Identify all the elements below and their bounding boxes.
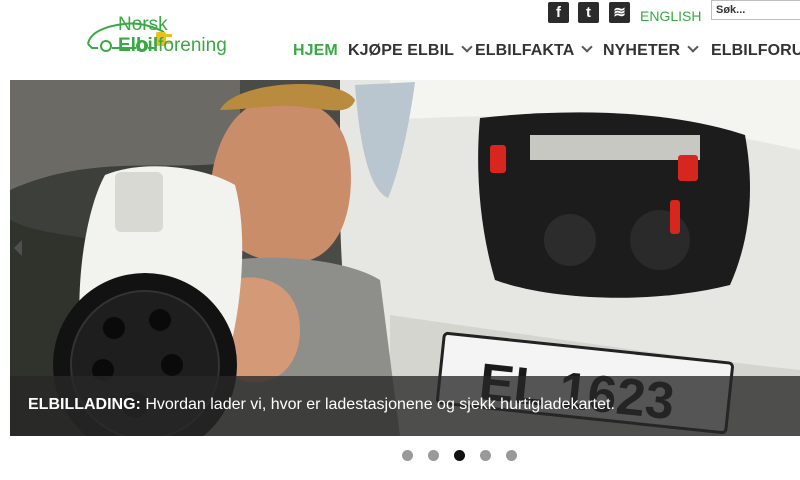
search-input[interactable] xyxy=(711,0,800,20)
chevron-down-icon xyxy=(581,41,594,53)
slider-dot-2[interactable] xyxy=(428,450,439,461)
hero-slider[interactable]: EL 1623 ELBILLADING: Hvordan lader vi, h… xyxy=(10,80,800,436)
nav-item-nyheter[interactable]: NYHETER xyxy=(603,41,699,60)
nav-item-hjem[interactable]: HJEM xyxy=(293,42,338,60)
chevron-down-icon xyxy=(461,41,473,53)
site-header: Norsk Elbilforening f t ≋ ENGLISH HJEM K… xyxy=(0,0,800,80)
nav-item-kjope-elbil[interactable]: KJØPE ELBIL xyxy=(348,41,473,60)
slider-prev-arrow-icon[interactable] xyxy=(14,240,22,256)
slider-dot-1[interactable] xyxy=(402,450,413,461)
slide-caption[interactable]: ELBILLADING: Hvordan lader vi, hvor er l… xyxy=(28,396,615,414)
facebook-icon[interactable]: f xyxy=(548,2,569,23)
logo-line1: Norsk xyxy=(118,14,168,35)
language-english-link[interactable]: ENGLISH xyxy=(640,8,701,24)
rss-icon[interactable]: ≋ xyxy=(609,2,630,23)
slide-caption-bar[interactable]: ELBILLADING: Hvordan lader vi, hvor er l… xyxy=(10,376,800,436)
slider-dot-3[interactable] xyxy=(454,450,465,461)
chevron-down-icon xyxy=(687,41,699,53)
slider-dot-5[interactable] xyxy=(506,450,517,461)
nav-item-elbilforum[interactable]: ELBILFORUM xyxy=(711,42,800,60)
logo-line2: Elbilforening xyxy=(118,35,227,56)
twitter-icon[interactable]: t xyxy=(578,2,599,23)
nav-item-elbilfakta[interactable]: ELBILFAKTA xyxy=(475,41,594,60)
slider-dot-4[interactable] xyxy=(480,450,491,461)
logo-text[interactable]: Norsk Elbilforening xyxy=(118,14,227,56)
